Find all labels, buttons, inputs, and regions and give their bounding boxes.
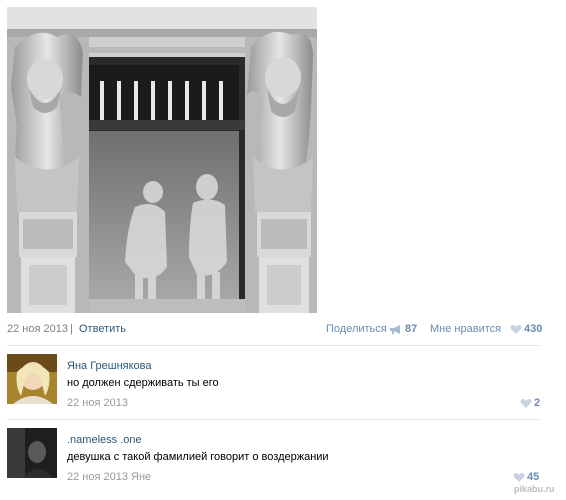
divider [7,419,540,420]
share-count[interactable]: 87 [405,323,417,335]
meta-separator: | [70,323,73,335]
comment-like-count[interactable]: 2 [534,397,540,409]
post-date[interactable]: 22 ноя 2013 [7,323,68,335]
heart-icon[interactable] [513,472,525,483]
comment-like-count[interactable]: 45 [527,471,539,483]
comment-date[interactable]: 22 ноя 2013 [67,397,128,409]
share-link[interactable]: Поделиться [326,323,387,335]
comment-author[interactable]: Яна Грешнякова [67,360,152,372]
post-photo-image [7,7,317,313]
comment-text: но должен сдерживать ты его [67,377,219,389]
divider [7,345,540,346]
avatar[interactable] [7,428,57,478]
heart-icon[interactable] [510,324,522,335]
comment-item: .nameless .one девушка с такой фамилией … [7,428,540,498]
comment-item: Яна Грешнякова но должен сдерживать ты е… [7,354,540,424]
comment-author[interactable]: .nameless .one [67,434,142,446]
avatar-image [7,354,57,404]
heart-icon[interactable] [520,398,532,409]
svg-text:pikabu.ru: pikabu.ru [514,484,555,494]
reply-link[interactable]: Ответить [79,323,126,335]
post-photo[interactable] [7,7,317,313]
avatar-image [7,428,57,478]
comment-date[interactable]: 22 ноя 2013 Яне [67,471,151,483]
avatar[interactable] [7,354,57,404]
megaphone-icon[interactable] [389,324,403,335]
like-count[interactable]: 430 [524,323,542,335]
pikabu-watermark: pikabu.ru [514,484,555,494]
like-link[interactable]: Мне нравится [430,323,501,335]
post-meta-row: 22 ноя 2013 | Ответить Поделиться 87 Мне… [7,322,542,338]
comment-text: девушка с такой фамилией говорит о возде… [67,451,329,463]
